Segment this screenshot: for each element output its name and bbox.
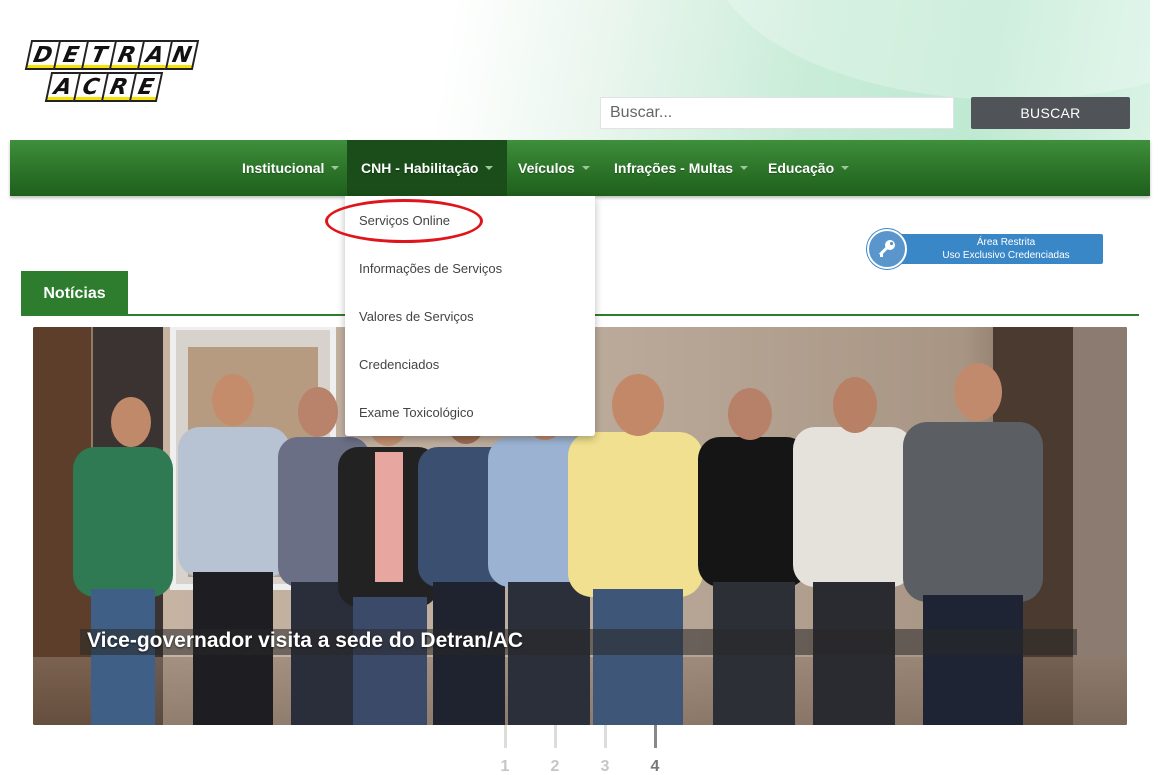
search-input[interactable]	[600, 97, 954, 129]
detran-acre-logo[interactable]: D E T R A N A C R E	[24, 40, 200, 104]
restricted-subtitle: Uso Exclusivo Credenciadas	[942, 250, 1070, 261]
key-icon	[867, 229, 907, 269]
menu-item-exame-toxicologico[interactable]: Exame Toxicológico	[359, 405, 474, 420]
pager-label: 2	[550, 758, 560, 775]
restricted-area-label: Área Restrita Uso Exclusivo Credenciadas	[887, 234, 1103, 264]
pager-label: 3	[600, 758, 610, 775]
menu-item-valores-servicos[interactable]: Valores de Serviços	[359, 309, 474, 324]
chevron-down-icon	[331, 166, 340, 170]
search-button[interactable]: BUSCAR	[971, 97, 1130, 129]
tab-label: Notícias	[43, 284, 106, 302]
slide-page-3[interactable]: 3	[595, 725, 615, 775]
nav-item-label: CNH - Habilitação	[361, 160, 479, 176]
pager-label: 1	[500, 758, 510, 775]
nav-item-institucional[interactable]: Institucional	[242, 140, 340, 196]
menu-item-credenciados[interactable]: Credenciados	[359, 357, 439, 372]
tab-noticias[interactable]: Notícias	[21, 271, 128, 316]
chevron-down-icon	[581, 166, 590, 170]
highlight-circle-annotation	[325, 199, 483, 243]
nav-item-cnh-habilitacao[interactable]: CNH - Habilitação	[347, 140, 508, 196]
logo-letter: E	[128, 72, 164, 102]
slide-caption[interactable]: Vice-governador visita a sede do Detran/…	[87, 629, 523, 653]
menu-item-informacoes-servicos[interactable]: Informações de Serviços	[359, 261, 502, 276]
main-nav: Institucional CNH - Habilitação Veículos…	[10, 140, 1150, 196]
nav-item-label: Infrações - Multas	[614, 160, 734, 176]
logo-row-detran: D E T R A N	[24, 40, 200, 70]
nav-item-label: Educação	[768, 160, 835, 176]
nav-item-veiculos[interactable]: Veículos	[518, 140, 590, 196]
nav-item-educacao[interactable]: Educação	[768, 140, 850, 196]
pager-tick	[553, 725, 557, 748]
restricted-area-button[interactable]: Área Restrita Uso Exclusivo Credenciadas	[867, 229, 1103, 269]
nav-item-infracoes-multas[interactable]: Infrações - Multas	[614, 140, 749, 196]
pager-tick	[603, 725, 607, 748]
page: D E T R A N A C R E BUSCAR Institucional…	[0, 0, 1160, 775]
logo-letter: N	[164, 40, 200, 70]
slide-page-2[interactable]: 2	[545, 725, 565, 775]
pager-tick	[653, 725, 657, 748]
chevron-down-icon	[485, 166, 494, 170]
pager-tick	[503, 725, 507, 748]
logo-row-acre: A C R E	[44, 72, 164, 102]
slide-page-1[interactable]: 1	[495, 725, 515, 775]
slide-page-4[interactable]: 4	[645, 725, 665, 775]
pager-label: 4	[650, 758, 660, 775]
nav-item-label: Institucional	[242, 160, 325, 176]
chevron-down-icon	[740, 166, 749, 170]
nav-item-label: Veículos	[518, 160, 575, 176]
restricted-title: Área Restrita	[976, 237, 1036, 248]
chevron-down-icon	[841, 166, 850, 170]
